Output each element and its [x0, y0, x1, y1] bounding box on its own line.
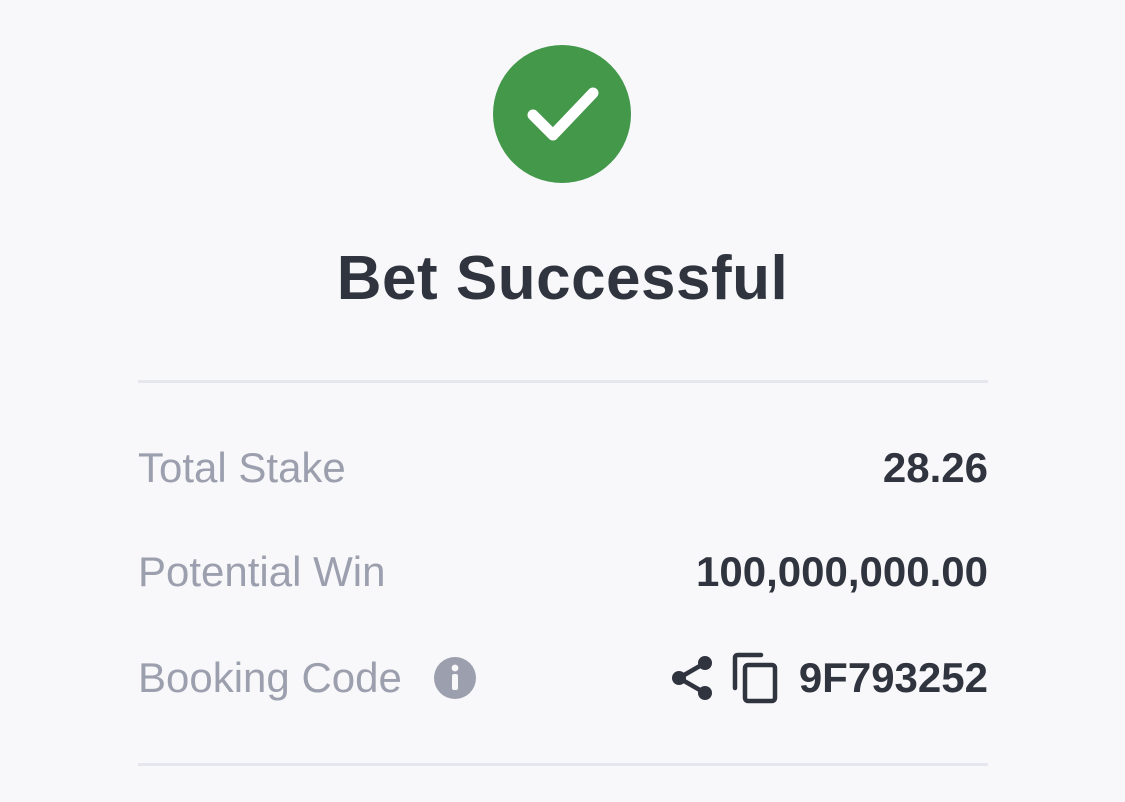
booking-code-label: Booking Code — [138, 654, 402, 701]
booking-code-label-group: Booking Code — [138, 654, 476, 702]
total-stake-row: Total Stake 28.26 — [138, 438, 988, 498]
success-check-icon — [493, 45, 631, 183]
total-stake-value: 28.26 — [882, 444, 988, 491]
booking-code-row: Booking Code 9F793252 — [138, 648, 988, 708]
copy-icon[interactable] — [731, 652, 779, 704]
potential-win-row: Potential Win 100,000,000.00 — [138, 542, 988, 602]
booking-code-value-group: 9F793252 — [669, 652, 988, 704]
potential-win-label: Potential Win — [138, 548, 386, 595]
share-icon[interactable] — [669, 654, 715, 702]
booking-code-value[interactable]: 9F793252 — [799, 654, 988, 702]
check-mark-icon — [527, 87, 599, 141]
page-title: Bet Successful — [336, 244, 789, 313]
divider-top — [138, 380, 988, 383]
divider-bottom — [138, 763, 988, 766]
total-stake-label: Total Stake — [138, 444, 346, 491]
potential-win-value: 100,000,000.00 — [696, 548, 988, 595]
info-icon[interactable] — [433, 657, 476, 699]
